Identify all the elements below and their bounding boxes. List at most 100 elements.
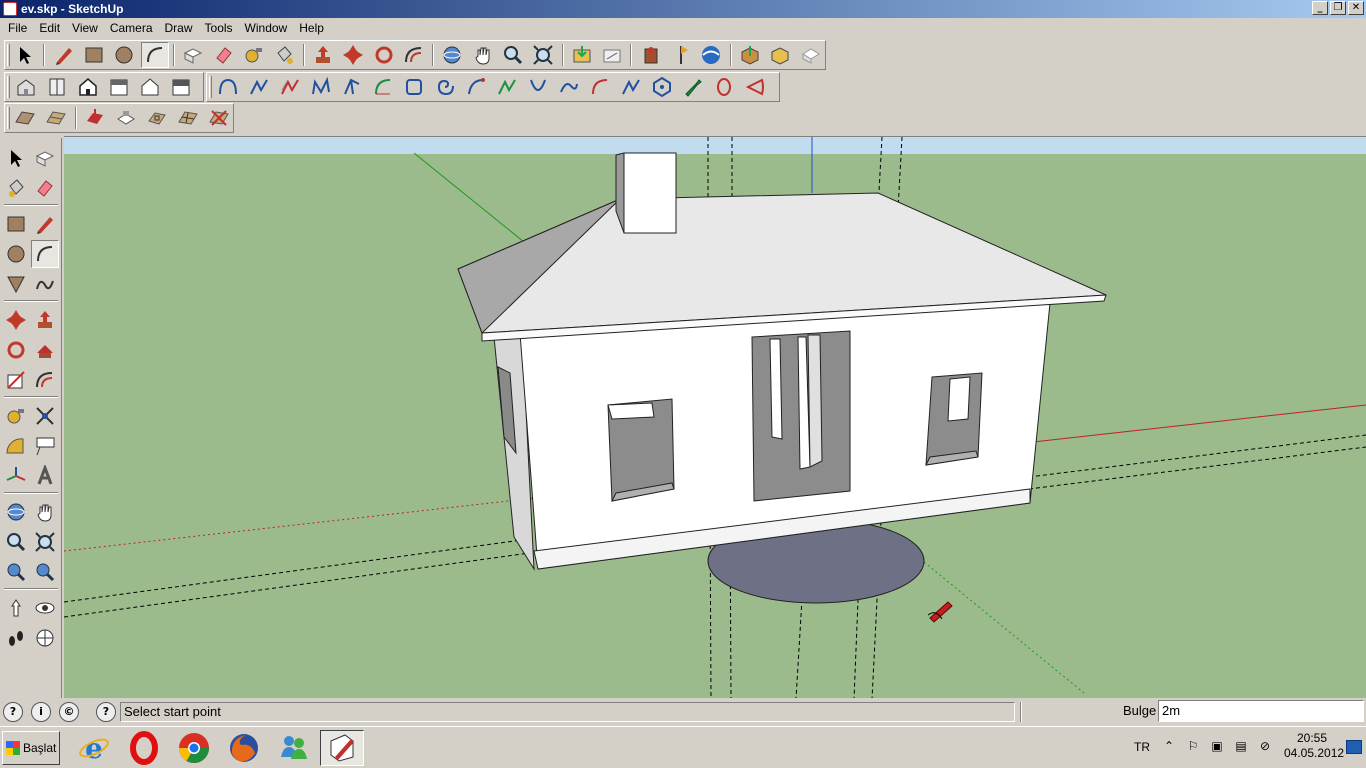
- rotate-tool-icon[interactable]: [2, 336, 30, 364]
- dimension-tool-icon[interactable]: [31, 402, 59, 430]
- orbit-tool-icon[interactable]: [438, 42, 466, 68]
- circle-tool-icon[interactable]: [2, 240, 30, 268]
- messenger-icon[interactable]: [272, 730, 316, 766]
- get-photo-texture-icon[interactable]: [736, 42, 764, 68]
- show-hidden-icons-icon[interactable]: ⌃: [1160, 739, 1178, 755]
- user-icon[interactable]: ©: [59, 702, 79, 722]
- select-tool-icon[interactable]: [2, 144, 30, 172]
- pan-tool-icon[interactable]: [469, 42, 497, 68]
- usb-device-icon[interactable]: ▣: [1208, 739, 1226, 755]
- pan-tool-icon[interactable]: [31, 498, 59, 526]
- polygon-tool-icon[interactable]: [2, 270, 30, 298]
- from-contours-icon[interactable]: [11, 105, 40, 131]
- walk-tool-icon[interactable]: [2, 624, 30, 652]
- system-clock[interactable]: 20:55 04.05.2012: [1284, 731, 1344, 761]
- opera-icon[interactable]: [122, 730, 166, 766]
- menu-window[interactable]: Window: [239, 21, 294, 35]
- look-around-icon[interactable]: [31, 594, 59, 622]
- rotate-tool-icon[interactable]: [369, 42, 397, 68]
- tape-measure-icon[interactable]: [240, 42, 268, 68]
- front-view-icon[interactable]: [73, 74, 102, 100]
- toggle-terrain-icon[interactable]: [667, 42, 695, 68]
- menu-edit[interactable]: Edit: [33, 21, 66, 35]
- zoom-tool-icon[interactable]: [2, 528, 30, 556]
- arc-tangent-icon[interactable]: [554, 74, 583, 100]
- sketchup-taskbar-icon[interactable]: [320, 730, 364, 766]
- share-model-icon[interactable]: [598, 42, 626, 68]
- push-pull-icon[interactable]: [309, 42, 337, 68]
- scale-tool-icon[interactable]: [2, 366, 30, 394]
- show-desktop-button[interactable]: [1346, 740, 1362, 754]
- make-component-icon[interactable]: [31, 144, 59, 172]
- curve-arc-icon[interactable]: [461, 74, 490, 100]
- instructor-icon[interactable]: ?: [96, 702, 116, 722]
- curve-joint-icon[interactable]: [337, 74, 366, 100]
- arc-3pt-icon[interactable]: [368, 74, 397, 100]
- menu-file[interactable]: File: [2, 21, 33, 35]
- close-button[interactable]: ✕: [1348, 1, 1364, 15]
- stamp-icon[interactable]: [112, 105, 141, 131]
- eraser-tool-icon[interactable]: [209, 42, 237, 68]
- menu-help[interactable]: Help: [293, 21, 330, 35]
- language-indicator[interactable]: TR: [1134, 740, 1150, 754]
- zoom-extents-icon[interactable]: [31, 558, 59, 586]
- tape-measure-icon[interactable]: [2, 402, 30, 430]
- ellipse-icon[interactable]: [709, 74, 738, 100]
- polyline-green-icon[interactable]: [492, 74, 521, 100]
- circle-tool-icon[interactable]: [110, 42, 138, 68]
- add-detail-icon[interactable]: [173, 105, 202, 131]
- section-plane-icon[interactable]: [31, 624, 59, 652]
- internet-explorer-icon[interactable]: e: [72, 730, 116, 766]
- offset-tool-icon[interactable]: [31, 366, 59, 394]
- freehand-line-icon[interactable]: [616, 74, 645, 100]
- firefox-icon[interactable]: [222, 730, 266, 766]
- volume-muted-icon[interactable]: ⊘: [1256, 739, 1274, 755]
- from-scratch-icon[interactable]: [42, 105, 71, 131]
- pencil-tool-icon[interactable]: [49, 42, 77, 68]
- rectangle-tool-icon[interactable]: [80, 42, 108, 68]
- sector-icon[interactable]: [740, 74, 769, 100]
- zoom-extents-icon[interactable]: [529, 42, 557, 68]
- follow-me-icon[interactable]: [31, 336, 59, 364]
- menu-view[interactable]: View: [66, 21, 104, 35]
- start-button[interactable]: Başlat: [2, 731, 60, 765]
- flip-edge-icon[interactable]: [204, 105, 233, 131]
- settings-wrench-icon[interactable]: [678, 74, 707, 100]
- left-view-icon[interactable]: [166, 74, 195, 100]
- move-tool-icon[interactable]: [339, 42, 367, 68]
- iso-view-icon[interactable]: [11, 74, 40, 100]
- minimize-button[interactable]: _: [1312, 1, 1328, 15]
- smoove-icon[interactable]: [81, 105, 110, 131]
- top-view-icon[interactable]: [42, 74, 71, 100]
- spline-icon[interactable]: [306, 74, 335, 100]
- freehand-curve-icon[interactable]: [275, 74, 304, 100]
- orbit-tool-icon[interactable]: [2, 498, 30, 526]
- eraser-tool-icon[interactable]: [31, 174, 59, 202]
- move-tool-icon[interactable]: [2, 306, 30, 334]
- drawing-viewport[interactable]: [64, 136, 1366, 698]
- chrome-icon[interactable]: [172, 730, 216, 766]
- polyline-icon[interactable]: [244, 74, 273, 100]
- axes-tool-icon[interactable]: [2, 462, 30, 490]
- arc-tool-icon[interactable]: [140, 42, 169, 68]
- protractor-icon[interactable]: [2, 432, 30, 460]
- menu-tools[interactable]: Tools: [199, 21, 239, 35]
- rectangle-tool-icon[interactable]: [2, 210, 30, 238]
- position-camera-icon[interactable]: [2, 594, 30, 622]
- spiral-icon[interactable]: [430, 74, 459, 100]
- maximize-button[interactable]: ❐: [1330, 1, 1346, 15]
- push-pull-icon[interactable]: [31, 306, 59, 334]
- pencil-tool-icon[interactable]: [31, 210, 59, 238]
- catenary-icon[interactable]: [523, 74, 552, 100]
- network-icon[interactable]: ▤: [1232, 739, 1250, 755]
- zoom-tool-icon[interactable]: [499, 42, 527, 68]
- share-component-icon[interactable]: [766, 42, 794, 68]
- menu-camera[interactable]: Camera: [104, 21, 159, 35]
- bezier-curve-icon[interactable]: [213, 74, 242, 100]
- previous-view-icon[interactable]: [2, 558, 30, 586]
- zoom-window-icon[interactable]: [31, 528, 59, 556]
- 3d-text-icon[interactable]: [31, 462, 59, 490]
- menu-draw[interactable]: Draw: [159, 21, 199, 35]
- measurements-box[interactable]: 2m: [1158, 700, 1364, 722]
- select-tool-icon[interactable]: [11, 42, 39, 68]
